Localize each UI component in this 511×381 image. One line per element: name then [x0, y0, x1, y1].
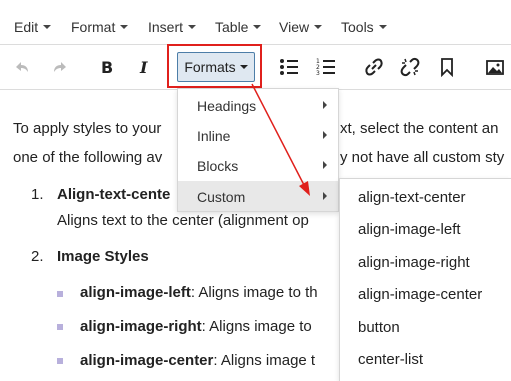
menu-table-label: Table: [215, 19, 249, 35]
paragraph-line-tail: y not have all custom sty: [340, 149, 504, 167]
chevron-down-icon: [120, 25, 129, 30]
list-item-bold: align-image-right: [80, 318, 202, 335]
submenu-item[interactable]: align-image-right: [358, 254, 470, 271]
dropdown-item-label: Headings: [197, 98, 257, 114]
list-item-text: : Aligns image t: [213, 352, 316, 369]
chevron-down-icon: [188, 25, 197, 30]
italic-icon[interactable]: I: [135, 57, 155, 77]
list-item-text: : Aligns image to th: [190, 284, 318, 301]
menu-insert[interactable]: Insert: [148, 19, 197, 35]
list-item-bold: align-image-left: [80, 284, 191, 301]
list-item-text: : Aligns image to: [201, 318, 312, 335]
bold-icon[interactable]: B: [98, 57, 118, 77]
menu-table[interactable]: Table: [215, 19, 262, 35]
list-item: align-image-center: Aligns image t: [80, 352, 315, 369]
list-item-bold: align-image-center: [80, 352, 214, 369]
list-item-title: Image Styles: [57, 248, 149, 265]
menu-insert-label: Insert: [148, 19, 184, 35]
menu-format-label: Format: [71, 19, 116, 35]
dropdown-item-label: Blocks: [197, 158, 239, 174]
paragraph-line-tail: xt, select the content an: [340, 120, 498, 138]
chevron-right-icon: [323, 161, 327, 169]
menu-tools[interactable]: Tools: [341, 19, 387, 35]
paragraph-text: xt, select the content an: [340, 120, 499, 137]
submenu-item[interactable]: align-image-center: [358, 286, 482, 303]
list-number: 1.: [31, 186, 44, 203]
image-icon[interactable]: [485, 57, 505, 77]
submenu-item[interactable]: center-list: [358, 351, 423, 368]
menu-tools-label: Tools: [341, 19, 374, 35]
numbered-list-icon[interactable]: 123: [316, 57, 336, 77]
chevron-down-icon: [314, 25, 323, 30]
menu-edit-label: Edit: [14, 19, 39, 35]
svg-text:I: I: [139, 58, 148, 77]
dropdown-item-custom[interactable]: Custom: [178, 181, 338, 211]
undo-icon[interactable]: [12, 57, 32, 77]
list-item: align-image-right: Aligns image to: [80, 318, 312, 335]
submenu-item[interactable]: align-text-center: [358, 189, 466, 206]
menubar: Edit Format Insert Table View Tools: [0, 0, 511, 45]
submenu-item[interactable]: button: [358, 319, 400, 336]
bullet-list-icon[interactable]: [279, 57, 299, 77]
chevron-down-icon: [43, 25, 52, 30]
annotation-highlight-box: [167, 44, 262, 88]
list-item-title-text: Align-text-cente: [57, 186, 171, 203]
paragraph-text: one of the following av: [13, 149, 163, 166]
list-item-desc: Aligns text to the center (alignment op: [57, 212, 309, 229]
svg-text:3: 3: [316, 70, 320, 77]
svg-text:B: B: [101, 58, 113, 77]
paragraph-line: one of the following av: [13, 149, 162, 167]
chevron-right-icon: [323, 192, 327, 200]
chevron-down-icon: [253, 25, 262, 30]
list-item-title: Align-text-cente: [57, 186, 170, 203]
chevron-right-icon: [323, 131, 327, 139]
bullet-icon: [57, 324, 63, 330]
redo-icon[interactable]: [50, 57, 70, 77]
dropdown-item-headings[interactable]: Headings: [178, 90, 338, 120]
paragraph-text: y not have all custom sty: [340, 149, 505, 166]
custom-submenu: align-text-center align-image-left align…: [339, 178, 511, 381]
paragraph-text: To apply styles to your: [13, 120, 162, 137]
submenu-item[interactable]: align-image-left: [358, 221, 461, 238]
dropdown-item-blocks[interactable]: Blocks: [178, 150, 338, 180]
dropdown-item-inline[interactable]: Inline: [178, 120, 338, 150]
unlink-icon[interactable]: [400, 57, 420, 77]
bullet-icon: [57, 291, 63, 297]
bookmark-icon[interactable]: [437, 57, 457, 77]
list-number: 2.: [31, 248, 44, 265]
dropdown-item-label: Inline: [197, 128, 231, 144]
paragraph-line: To apply styles to your: [13, 120, 161, 138]
chevron-down-icon: [378, 25, 387, 30]
menu-edit[interactable]: Edit: [14, 19, 52, 35]
formats-dropdown: Headings Inline Blocks Custom: [177, 88, 339, 212]
dropdown-item-label: Custom: [197, 189, 246, 205]
menu-format[interactable]: Format: [71, 19, 129, 35]
chevron-right-icon: [323, 101, 327, 109]
menu-view[interactable]: View: [279, 19, 323, 35]
link-icon[interactable]: [364, 57, 384, 77]
bullet-icon: [57, 358, 63, 364]
list-item: align-image-left: Aligns image to th: [80, 284, 318, 301]
menu-view-label: View: [279, 19, 310, 35]
list-item-title-text: Image Styles: [57, 248, 149, 265]
